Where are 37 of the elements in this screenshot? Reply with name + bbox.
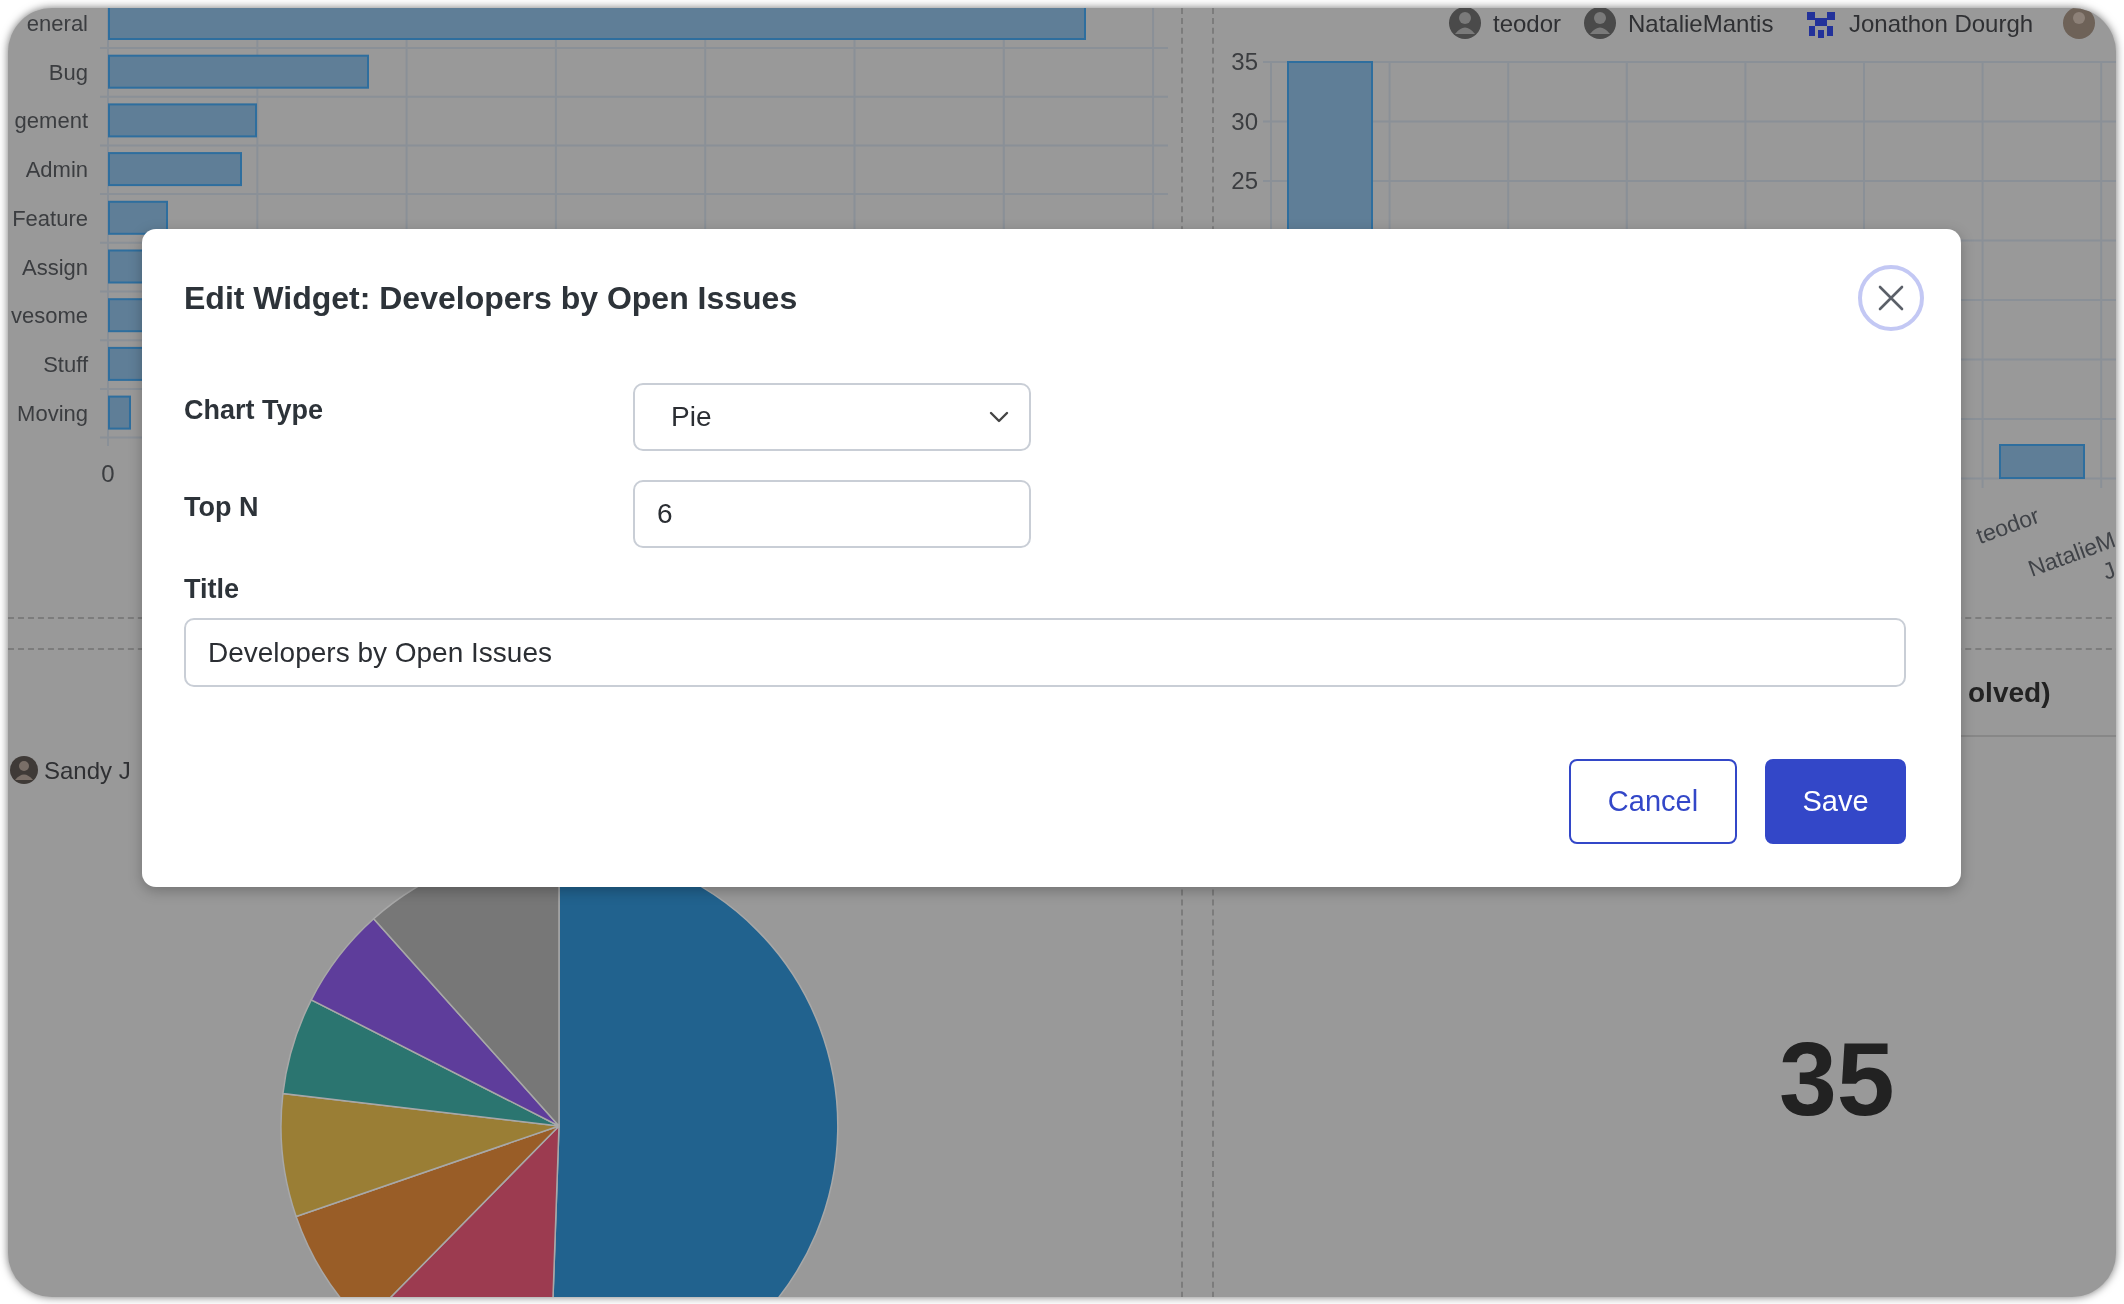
avatar-icon bbox=[1584, 8, 1616, 39]
field-label: Top N bbox=[184, 491, 260, 523]
legend-label: Sandy J bbox=[44, 757, 131, 784]
category-label: gement bbox=[14, 108, 88, 134]
metric-value: 35 bbox=[1778, 1020, 1896, 1139]
field-label: Title bbox=[184, 573, 240, 605]
avatar-icon bbox=[2063, 8, 2095, 39]
close-icon bbox=[1878, 285, 1904, 311]
title-input[interactable]: Developers by Open Issues bbox=[184, 618, 1906, 687]
chevron-icon bbox=[989, 411, 1009, 423]
number-input[interactable]: 6 bbox=[633, 480, 1031, 548]
category-label: Feature bbox=[12, 205, 88, 231]
avatar-icon bbox=[1449, 8, 1481, 39]
select-field[interactable]: Pie bbox=[633, 383, 1031, 451]
category-label: Stuff bbox=[43, 351, 88, 377]
axis-tick-label: 0 bbox=[101, 460, 115, 487]
avatar-icon bbox=[10, 756, 38, 784]
category-label: Admin bbox=[25, 157, 88, 183]
chart-bar bbox=[108, 200, 168, 235]
dialog-title: Edit Widget: Developers by Open Issues bbox=[184, 279, 798, 317]
legend-label: NatalieMantis bbox=[1628, 10, 1774, 37]
category-label: Bug bbox=[48, 59, 88, 85]
axis-tick-label: 35 bbox=[1231, 48, 1258, 75]
axis-tick-label: 30 bbox=[1231, 107, 1258, 135]
category-label: vesome bbox=[10, 303, 88, 329]
avatar-icon bbox=[1807, 12, 1835, 38]
chart-bar bbox=[108, 395, 131, 430]
category-label: Assign bbox=[21, 254, 88, 280]
category-label: eneral bbox=[26, 11, 88, 36]
legend-label: teodor bbox=[1493, 10, 1562, 37]
widget-title: olved) bbox=[1968, 676, 2051, 709]
save-button[interactable]: Save bbox=[1765, 759, 1906, 844]
legend-label: Jonathon Dourgh bbox=[1849, 10, 2034, 37]
field-label: Chart Type bbox=[184, 394, 325, 426]
cancel-button[interactable]: Cancel bbox=[1569, 759, 1737, 844]
axis-tick-label: 25 bbox=[1231, 167, 1258, 194]
category-label: Moving bbox=[17, 400, 88, 426]
